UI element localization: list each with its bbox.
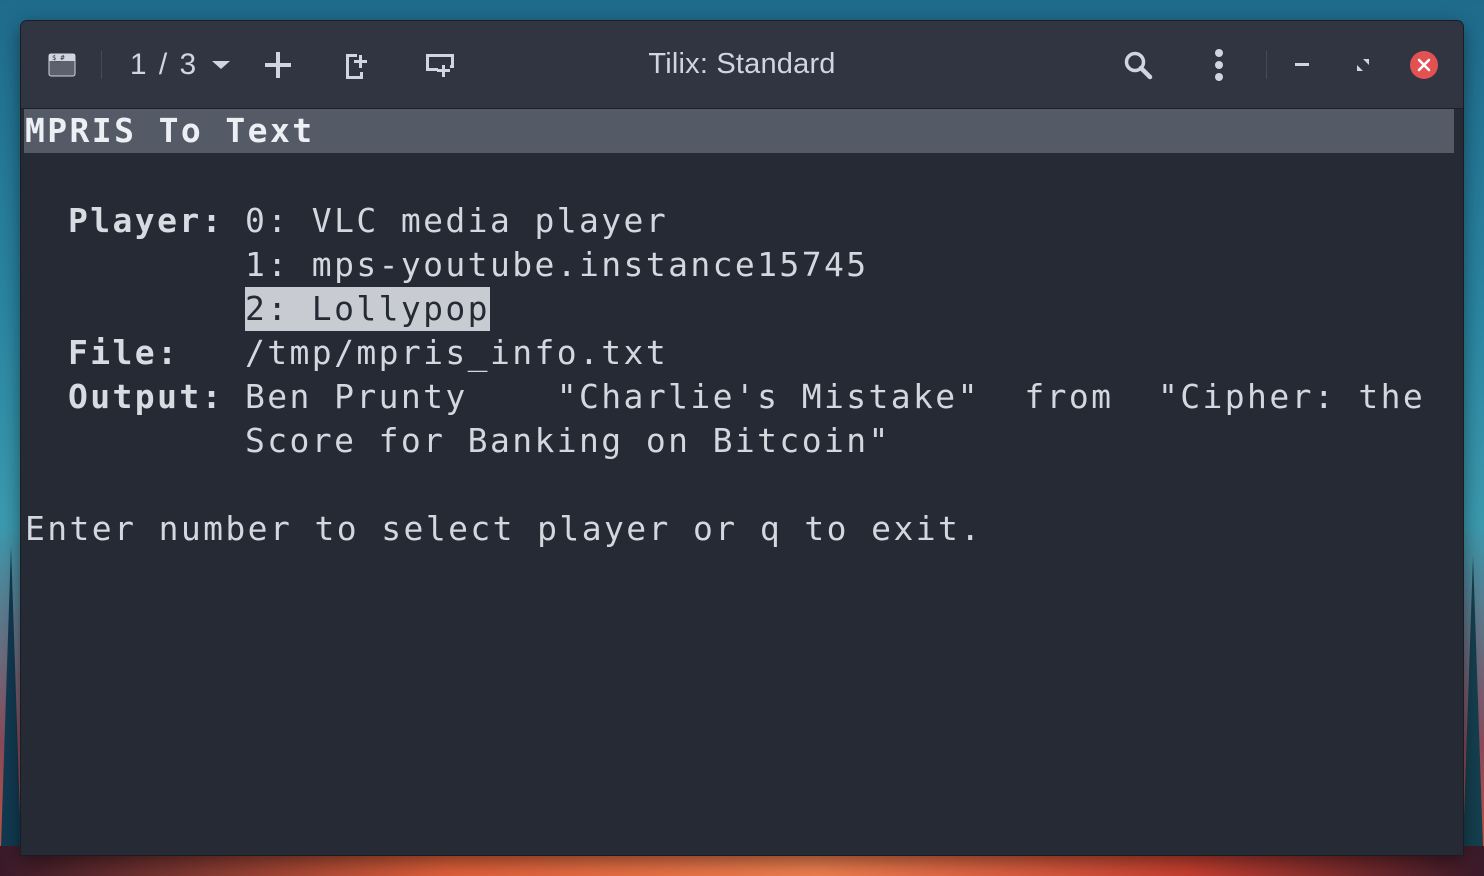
separator — [1266, 51, 1267, 79]
player-label: Player: — [68, 201, 224, 240]
file-value: /tmp/mpris_info.txt — [245, 333, 669, 372]
close-button[interactable] — [1403, 21, 1445, 108]
chevron-down-icon — [212, 60, 231, 69]
add-terminal-right-icon — [346, 53, 367, 79]
maximize-button[interactable] — [1343, 21, 1383, 108]
header-bar: $_# 1 / 3 Tilix: Standard — [21, 21, 1463, 109]
search-icon — [1124, 51, 1153, 79]
output-value-line1: Ben Prunty "Charlie's Mistake" from "Cip… — [245, 377, 1426, 416]
app-title-bar: MPRIS To Text — [24, 109, 1454, 153]
add-terminal-down-icon — [426, 53, 454, 77]
output-value-line2: Score for Banking on Bitcoin" — [245, 421, 891, 460]
close-icon — [1410, 50, 1438, 79]
player-option-2[interactable]: 2: Lollypop — [245, 287, 490, 331]
app-title: MPRIS To Text — [25, 111, 315, 150]
separator — [101, 51, 102, 79]
add-terminal-down-button[interactable] — [419, 21, 461, 108]
tilix-window: $_# 1 / 3 Tilix: Standard MPRIS To Text … — [21, 21, 1463, 855]
wallpaper-tree-right — [1462, 556, 1484, 876]
player-option-1[interactable]: 1: mps-youtube.instance15745 — [245, 243, 869, 287]
plus-icon — [265, 51, 291, 78]
wallpaper-tree-left — [0, 546, 22, 876]
session-counter: 1 / 3 — [129, 47, 199, 81]
add-session-button[interactable] — [257, 21, 299, 108]
file-label: File: — [68, 333, 180, 372]
prompt-text: Enter number to select player or q to ex… — [25, 509, 983, 548]
minimize-button[interactable] — [1283, 21, 1323, 108]
session-switcher[interactable]: 1 / 3 — [121, 21, 241, 108]
maximize-icon — [1357, 58, 1369, 71]
output-label: Output: — [68, 377, 224, 416]
menu-button[interactable] — [1198, 21, 1240, 108]
terminal-area[interactable]: MPRIS To Text Player: 0: VLC media playe… — [24, 109, 1455, 855]
add-terminal-right-button[interactable] — [335, 21, 377, 108]
player-option-0[interactable]: 0: VLC media player — [245, 199, 668, 243]
terminal-icon[interactable]: $_# — [41, 21, 83, 108]
search-button[interactable] — [1117, 21, 1159, 108]
kebab-menu-icon — [1215, 48, 1223, 81]
svg-text:$_#: $_# — [52, 54, 65, 62]
minimize-icon — [1295, 62, 1309, 66]
